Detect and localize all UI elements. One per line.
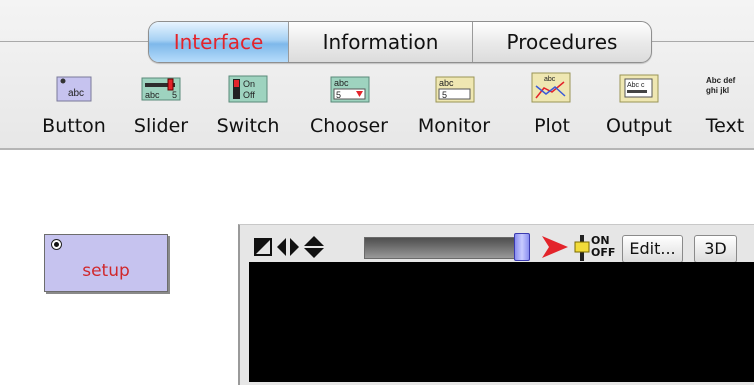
setup-button-label: setup: [82, 261, 130, 281]
chooser-tool-icon: abc 5: [330, 76, 370, 103]
tab-procedures[interactable]: Procedures: [473, 22, 651, 62]
monitor-tool-icon: abc 5: [435, 76, 475, 103]
interface-toolbar: Interface Information Procedures abc But…: [0, 0, 754, 150]
speed-slider-track[interactable]: [364, 237, 529, 259]
forever-indicator-icon: [51, 239, 62, 250]
toolbar-bottom-border: [0, 148, 754, 150]
svg-text:Off: Off: [243, 90, 255, 100]
tool-button[interactable]: abc Button: [36, 70, 112, 148]
svg-text:5: 5: [336, 90, 341, 100]
tool-chooser[interactable]: abc 5 Chooser: [304, 70, 394, 148]
tool-slider[interactable]: abc 5 Slider: [126, 70, 196, 148]
svg-text:abc: abc: [544, 76, 556, 83]
tool-text-label: Text: [705, 115, 745, 137]
svg-text:abc: abc: [145, 90, 160, 100]
tab-information[interactable]: Information: [289, 22, 472, 62]
tool-output-label: Output: [606, 115, 672, 137]
setup-button[interactable]: setup: [44, 234, 168, 292]
svg-text:Abc c: Abc c: [627, 82, 645, 89]
tool-switch-label: Switch: [216, 115, 280, 137]
tool-switch[interactable]: On Off Switch: [211, 70, 285, 148]
view-updates-switch[interactable]: ON OFF: [573, 234, 621, 262]
tab-bar: Interface Information Procedures: [148, 21, 652, 63]
svg-text:ghi jkl: ghi jkl: [706, 86, 729, 95]
svg-text:abc: abc: [68, 88, 84, 99]
tool-text[interactable]: Abc def ghi jkl Text: [696, 70, 754, 148]
world-view-canvas[interactable]: [249, 262, 754, 382]
tool-plot[interactable]: abc Plot: [519, 70, 585, 148]
svg-text:5: 5: [172, 90, 177, 100]
svg-text:On: On: [243, 79, 255, 89]
tab-interface[interactable]: Interface: [149, 22, 288, 62]
svg-text:Abc def: Abc def: [706, 76, 736, 85]
view-size-controls: [254, 236, 324, 258]
svg-text:abc: abc: [439, 78, 454, 88]
speed-slider-thumb[interactable]: [514, 233, 530, 261]
speed-arrow-icon: [542, 236, 568, 258]
switch-toggle-icon: [574, 235, 590, 261]
text-tool-icon: Abc def ghi jkl: [706, 76, 736, 95]
output-tool-icon: Abc c: [619, 74, 659, 103]
resize-vertical-icon[interactable]: [304, 236, 324, 258]
svg-text:5: 5: [442, 90, 447, 100]
svg-text:abc: abc: [334, 78, 349, 88]
tool-monitor-label: Monitor: [417, 115, 491, 137]
edit-view-button[interactable]: Edit...: [622, 235, 683, 263]
view-updates-onoff-label: ON OFF: [591, 234, 616, 259]
tool-plot-label: Plot: [534, 115, 570, 137]
slider-tool-icon: abc 5: [141, 77, 181, 101]
resize-horizontal-icon[interactable]: [277, 238, 299, 256]
tool-slider-label: Slider: [133, 115, 189, 137]
tool-button-label: Button: [42, 115, 106, 137]
button-tool-icon: abc: [56, 76, 92, 102]
tool-output[interactable]: Abc c Output: [597, 70, 681, 148]
tool-monitor[interactable]: abc 5 Monitor: [407, 70, 501, 148]
3d-view-button[interactable]: 3D: [694, 235, 737, 263]
plot-tool-icon: abc: [531, 72, 571, 103]
switch-tool-icon: On Off: [228, 75, 268, 103]
resize-diagonal-icon[interactable]: [254, 238, 272, 256]
tool-chooser-label: Chooser: [310, 115, 388, 137]
